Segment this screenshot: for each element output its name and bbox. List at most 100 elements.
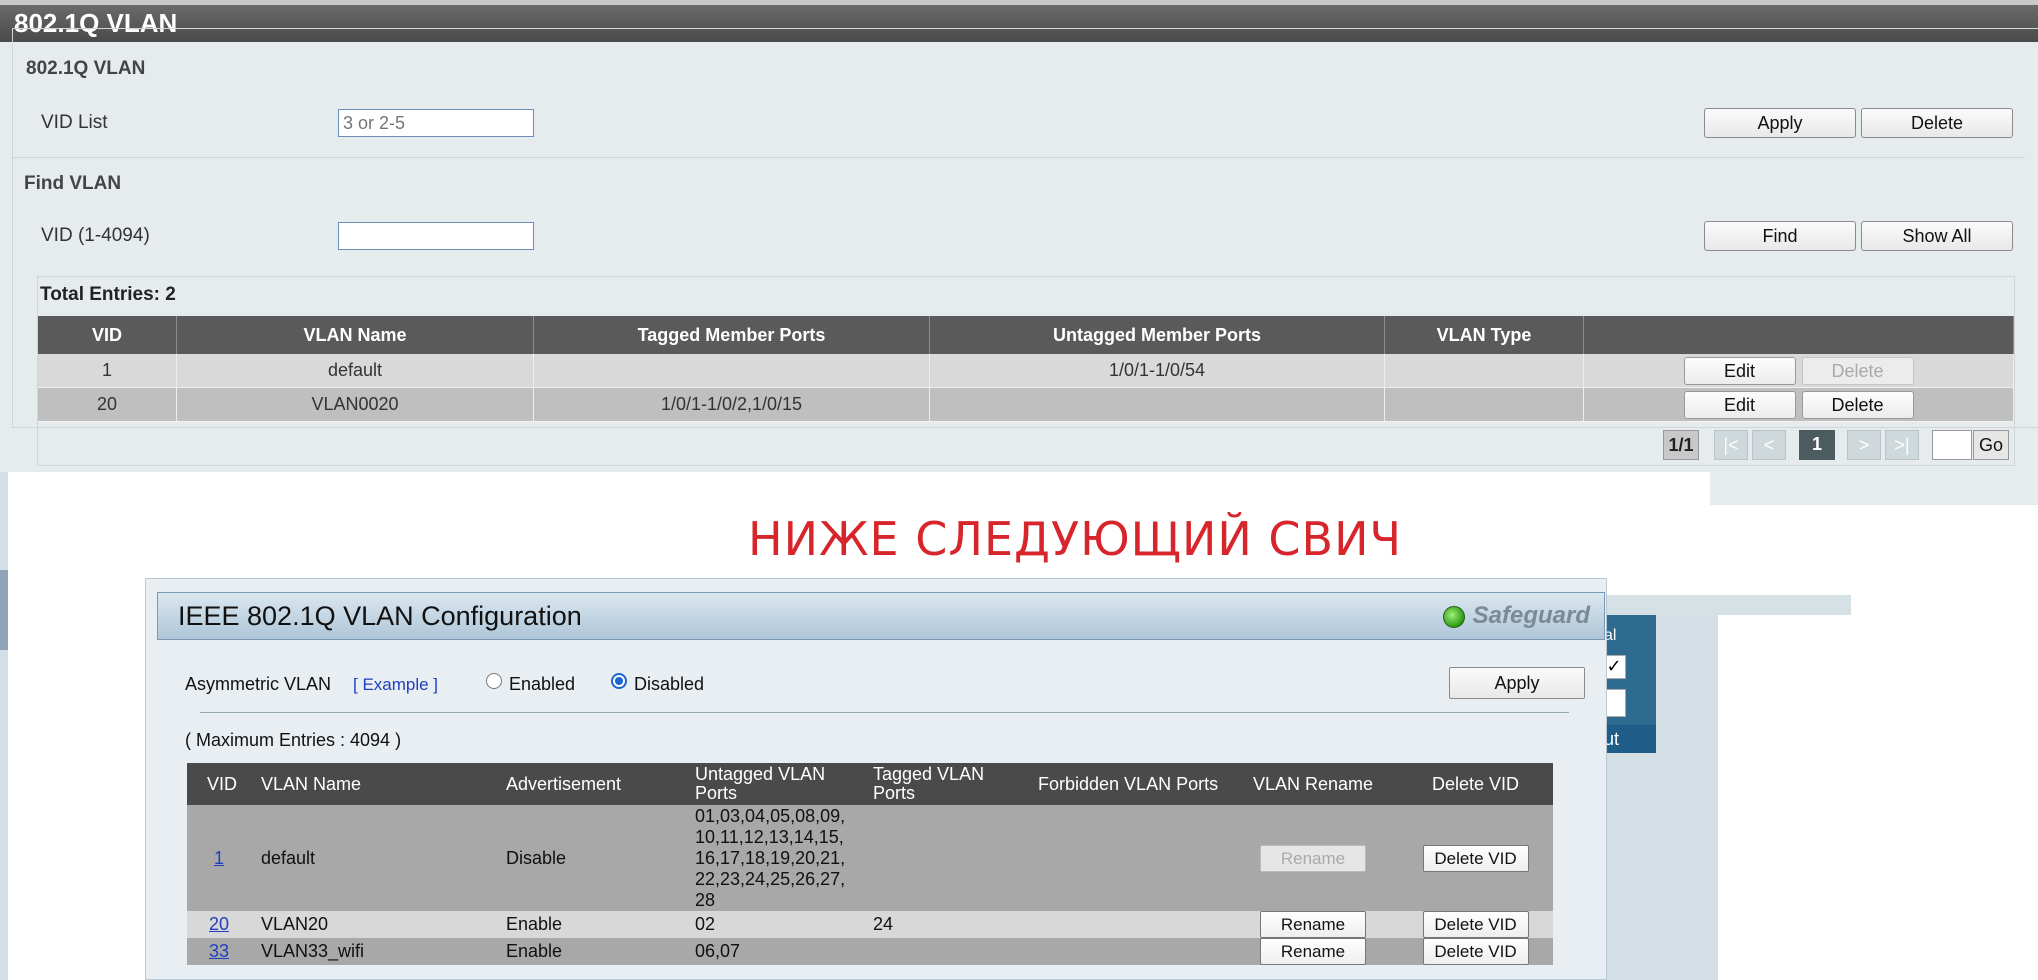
cell-vlan-name: VLAN33_wifi [253,938,498,965]
ieee-title-bar: IEEE 802.1Q VLAN Configuration Safeguard [157,592,1605,640]
table-header: VID VLAN Name Advertisement Untagged VLA… [187,763,1553,805]
delete-row-button[interactable]: Delete [1801,390,1914,419]
find-vlan-title: Find VLAN [24,173,122,194]
cell-vlan-name: default [253,805,498,911]
divider [200,712,1569,713]
background-frame [0,472,8,980]
cell-tagged-ports [865,938,1030,965]
cell-untagged-ports: 06,07 [687,938,865,965]
delete-vid-button[interactable]: Delete VID [1422,938,1529,965]
col-vid: VID [38,316,177,354]
delete-vid-button[interactable]: Delete VID [1422,911,1529,938]
cell-delete: Delete VID [1398,938,1553,965]
disabled-label: Disabled [634,674,705,694]
apply-button[interactable]: Apply [1704,108,1856,138]
page-number-button[interactable]: 1 [1799,430,1835,460]
ieee-title: IEEE 802.1Q VLAN Configuration [178,601,582,631]
col-delete-vid: Delete VID [1398,763,1553,805]
annotation-note: НИЖЕ СЛЕДУЮЩИЙ СВИЧ [748,512,1403,566]
rename-button[interactable]: Rename [1260,911,1366,938]
cell-untagged [929,387,1385,422]
divider [13,157,2025,158]
col-actions [1583,316,2014,354]
edit-button[interactable]: Edit [1683,356,1796,385]
vid-link[interactable]: 1 [199,848,239,869]
delete-button[interactable]: Delete [1861,108,2013,138]
disabled-radio[interactable] [611,673,627,689]
vlan-table: VID VLAN Name Tagged Member Ports Untagg… [38,316,2014,422]
col-tagged-ports: Tagged VLAN Ports [865,763,1030,805]
col-vlan-rename: VLAN Rename [1228,763,1398,805]
col-advertisement: Advertisement [498,763,687,805]
side-panel: al ✓ ut [1600,615,1656,753]
edit-button[interactable]: Edit [1683,390,1796,419]
cell-untagged-ports: 01,03,04,05,08,09, 10,11,12,13,14,15, 16… [687,805,865,911]
page-go-input[interactable] [1932,430,1972,460]
cell-vlan-name: default [176,354,534,388]
panel-edge [1710,472,2038,505]
max-entries: ( Maximum Entries : 4094 ) [185,730,402,750]
col-untagged: Untagged Member Ports [929,316,1385,354]
cell-rename: Rename [1228,805,1398,911]
cell-vid: 33 [187,938,253,965]
cell-forbidden-ports [1030,805,1228,911]
enabled-label: Enabled [509,674,576,694]
status-led-icon [1442,605,1465,628]
rename-button[interactable]: Rename [1260,938,1366,965]
vid-link[interactable]: 20 [199,914,239,935]
enabled-radio[interactable] [486,673,502,689]
cell-advertisement: Enable [498,911,687,938]
vid-link[interactable]: 33 [199,941,239,962]
col-untagged-ports: Untagged VLAN Ports [687,763,865,805]
apply-asym-button[interactable]: Apply [1449,667,1585,699]
cell-actions: Edit Delete [1583,354,2014,388]
col-vid: VID [187,763,253,805]
cell-forbidden-ports [1030,911,1228,938]
cell-vid: 1 [38,354,177,388]
cell-vlan-name: VLAN20 [253,911,498,938]
col-vlan-name: VLAN Name [253,763,498,805]
cell-delete: Delete VID [1398,805,1553,911]
rename-button: Rename [1260,844,1366,872]
fieldset-legend: 802.1Q VLAN [22,58,150,80]
cell-delete: Delete VID [1398,911,1553,938]
example-link[interactable]: [ Example ] [353,675,438,695]
show-all-button[interactable]: Show All [1861,221,2013,251]
vid-input[interactable] [338,222,534,250]
last-page-button[interactable]: >| [1885,430,1919,460]
cell-actions: Edit Delete [1583,387,2014,422]
delete-vid-button[interactable]: Delete VID [1422,844,1529,872]
table-row: 20 VLAN20 Enable 02 24 Rename Delete VID [187,911,1553,938]
first-page-button[interactable]: |< [1714,430,1748,460]
delete-row-button: Delete [1801,356,1914,385]
go-button[interactable]: Go [1973,430,2009,460]
col-vlan-name: VLAN Name [176,316,534,354]
cell-untagged-ports: 02 [687,911,865,938]
find-button[interactable]: Find [1704,221,1856,251]
table-header: VID VLAN Name Tagged Member Ports Untagg… [38,316,2014,354]
vid-label: VID (1-4094) [41,225,150,246]
vid-list-input[interactable] [338,109,534,137]
cell-advertisement: Disable [498,805,687,911]
next-page-button[interactable]: > [1847,430,1881,460]
col-forbidden-ports: Forbidden VLAN Ports [1030,763,1228,805]
table-row: 33 VLAN33_wifi Enable 06,07 Rename Delet… [187,938,1553,965]
table-row: 20 VLAN0020 1/0/1-1/0/2,1/0/15 Edit Delet… [38,387,2014,422]
cell-forbidden-ports [1030,938,1228,965]
total-entries: Total Entries: 2 [40,284,176,305]
cell-vid: 20 [38,387,177,422]
vid-list-label: VID List [41,112,108,133]
cell-vlan-name: VLAN0020 [176,387,534,422]
asymmetric-vlan-label: Asymmetric VLAN [185,674,332,694]
cell-vid: 1 [187,805,253,911]
safeguard-label: Safeguard [1472,602,1590,629]
cell-rename: Rename [1228,911,1398,938]
cell-rename: Rename [1228,938,1398,965]
table-row: 1 default Disable 01,03,04,05,08,09, 10,… [187,805,1553,911]
prev-page-button[interactable]: < [1752,430,1786,460]
ieee-vlan-table: VID VLAN Name Advertisement Untagged VLA… [187,763,1553,965]
cell-tagged-ports: 24 [865,911,1030,938]
table-row: 1 default 1/0/1-1/0/54 Edit Delete [38,354,2014,388]
side-button[interactable]: ut [1600,725,1656,753]
cell-tagged: 1/0/1-1/0/2,1/0/15 [533,387,930,422]
